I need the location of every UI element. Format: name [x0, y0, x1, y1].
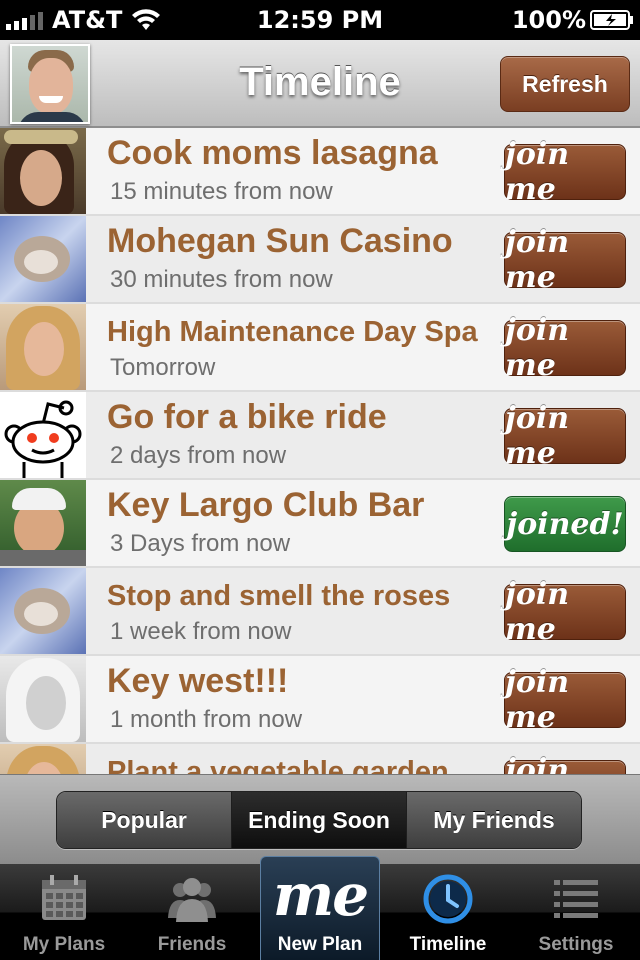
me-logo-icon: me — [272, 861, 369, 929]
plan-time: 1 month from now — [110, 706, 303, 733]
tab-my-plans[interactable]: My Plans — [0, 864, 128, 960]
tab-friends[interactable]: Friends — [128, 864, 256, 960]
plan-time: 15 minutes from now — [110, 178, 333, 205]
tab-label: My Plans — [22, 934, 106, 955]
filter-segmented-control[interactable]: Popular Ending Soon My Friends — [56, 791, 582, 849]
battery-icon — [590, 10, 633, 30]
filter-my-friends[interactable]: My Friends — [407, 792, 581, 848]
list-item[interactable]: Go for a bike ride 2 days from now join … — [0, 392, 640, 480]
list-item[interactable]: High Maintenance Day Spa Tomorrow join m… — [0, 304, 640, 392]
friend-avatar — [0, 128, 86, 214]
joined-button[interactable]: joined! — [504, 496, 626, 552]
plan-time: 2 days from now — [110, 442, 287, 469]
join-button[interactable]: join me — [504, 313, 626, 383]
list-item[interactable]: Key west!!! 1 month from now join me — [0, 656, 640, 744]
tab-label: New Plan — [277, 934, 363, 955]
friends-icon — [168, 878, 216, 922]
tab-settings[interactable]: Settings — [512, 864, 640, 960]
plan-title: Go for a bike ride — [107, 398, 387, 436]
tab-label: Friends — [157, 934, 227, 955]
plan-title: Plant a vegetable garden — [107, 756, 449, 774]
tab-label: Timeline — [409, 934, 487, 955]
tab-new-plan[interactable]: me New Plan — [260, 856, 380, 960]
tab-bar: My Plans Friends me New Plan Timeline Se… — [0, 856, 640, 960]
join-button[interactable]: join me — [504, 137, 626, 207]
plan-time: 30 minutes from now — [110, 266, 333, 293]
plan-title: Stop and smell the roses — [107, 580, 451, 612]
join-button[interactable]: join me — [504, 577, 626, 647]
list-item[interactable]: Plant a vegetable garden join me — [0, 744, 640, 774]
refresh-button[interactable]: Refresh — [500, 56, 630, 112]
friend-avatar — [0, 216, 86, 302]
list-icon — [554, 880, 598, 918]
plan-time: 1 week from now — [110, 618, 292, 645]
join-button[interactable]: join me — [504, 665, 626, 735]
plan-list[interactable]: Cook moms lasagna 15 minutes from now jo… — [0, 128, 640, 774]
filter-popular[interactable]: Popular — [57, 792, 232, 848]
friend-avatar — [0, 656, 86, 742]
plan-title: Key Largo Club Bar — [107, 486, 425, 524]
join-button[interactable]: join me — [504, 401, 626, 471]
nav-header: Timeline Refresh — [0, 40, 640, 128]
friend-avatar — [0, 744, 86, 774]
plan-title: Cook moms lasagna — [107, 134, 438, 172]
join-button[interactable]: join me — [504, 753, 626, 774]
join-button[interactable]: join me — [504, 225, 626, 295]
list-item[interactable]: Mohegan Sun Casino 30 minutes from now j… — [0, 216, 640, 304]
filter-bar: Popular Ending Soon My Friends — [0, 774, 640, 864]
tab-label: Settings — [538, 934, 614, 955]
calendar-icon — [42, 875, 86, 920]
friend-avatar — [0, 304, 86, 390]
plan-title: Mohegan Sun Casino — [107, 222, 453, 260]
battery-percent: 100% — [511, 6, 586, 34]
clock-icon — [423, 874, 473, 924]
plan-title: High Maintenance Day Spa — [107, 316, 478, 348]
status-bar: AT&T 12:59 PM 100% — [0, 0, 640, 40]
plan-time: Tomorrow — [110, 354, 216, 381]
friend-avatar — [0, 480, 86, 566]
list-item[interactable]: Cook moms lasagna 15 minutes from now jo… — [0, 128, 640, 216]
tab-timeline[interactable]: Timeline — [384, 864, 512, 960]
filter-ending-soon[interactable]: Ending Soon — [232, 792, 407, 848]
reddit-alien-icon — [0, 392, 86, 478]
list-item[interactable]: Stop and smell the roses 1 week from now… — [0, 568, 640, 656]
list-item[interactable]: Key Largo Club Bar 3 Days from now joine… — [0, 480, 640, 568]
plan-title: Key west!!! — [107, 662, 289, 700]
friend-avatar — [0, 568, 86, 654]
plan-time: 3 Days from now — [110, 530, 291, 557]
